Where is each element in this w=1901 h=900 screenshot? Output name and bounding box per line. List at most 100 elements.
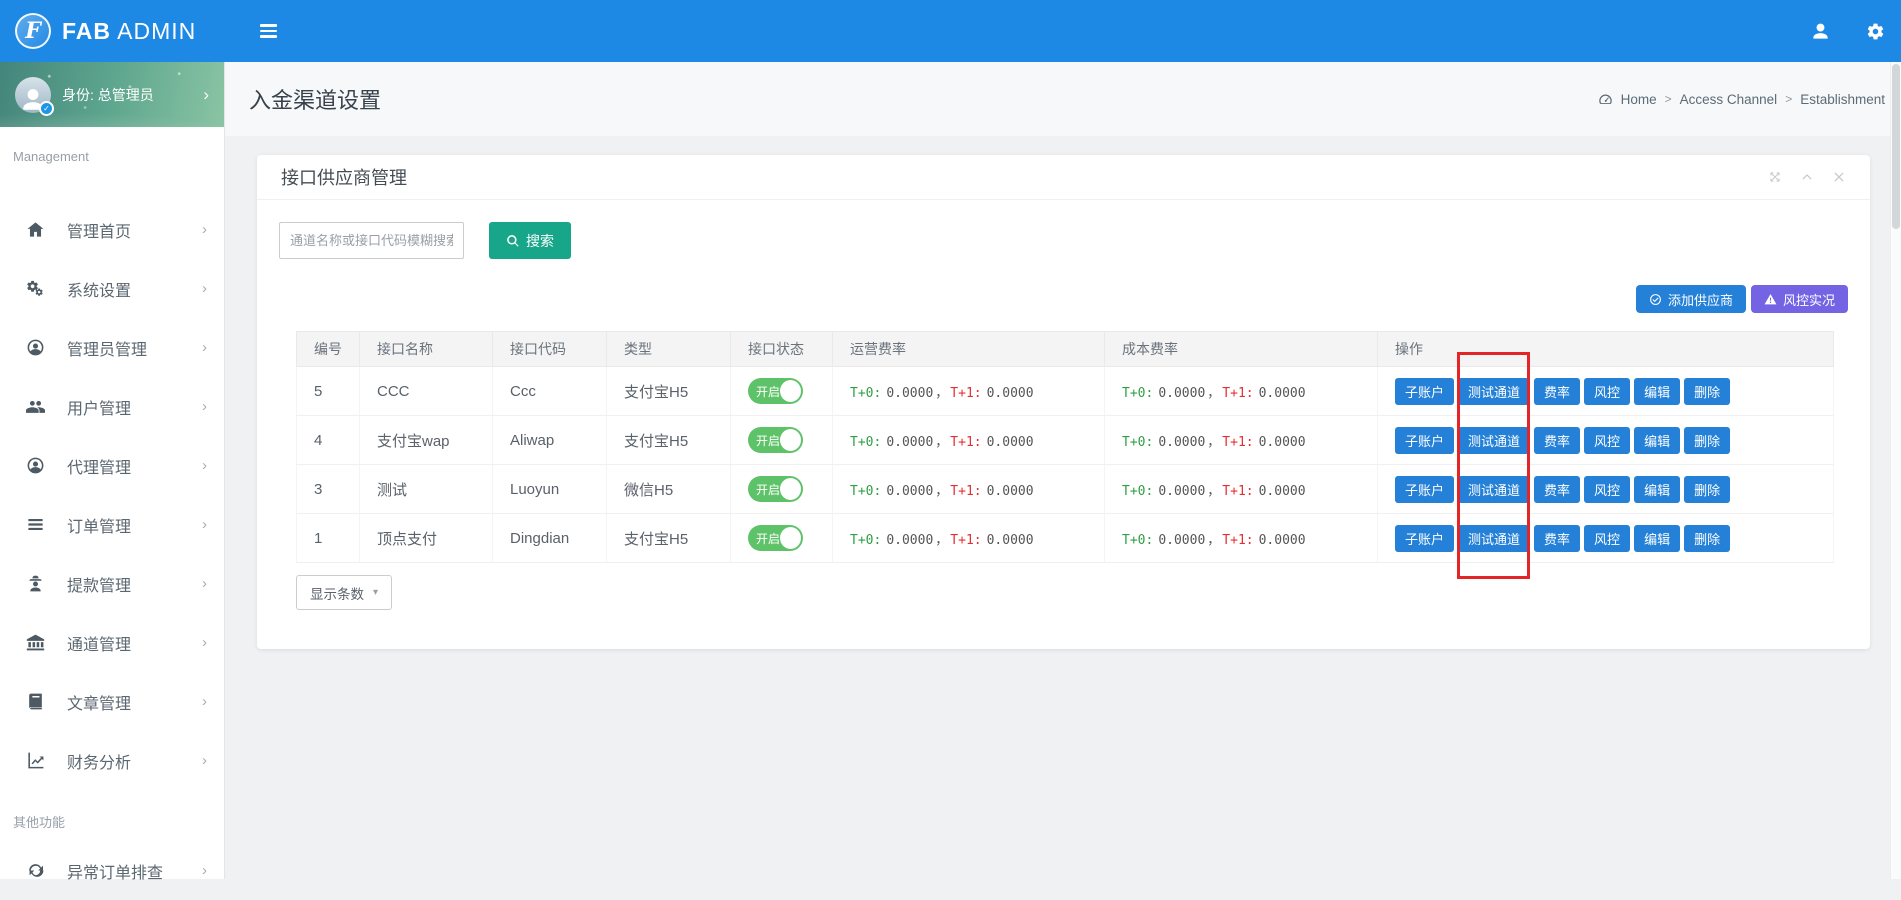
scrollbar-thumb[interactable] [1892, 64, 1900, 229]
sidebar-item-abnormal-orders[interactable]: 异常订单排查› [0, 841, 224, 900]
test-channel-button[interactable]: 测试通道 [1458, 427, 1530, 454]
rate-button[interactable]: 费率 [1534, 378, 1580, 405]
rate-separator: ， [1207, 435, 1220, 450]
sidebar-item-order-management[interactable]: 订单管理› [0, 495, 224, 554]
sidebar-item-user-management[interactable]: 用户管理› [0, 377, 224, 436]
cell-status: 开启 [731, 514, 833, 563]
sidebar-section-other: 其他功能 [0, 812, 224, 828]
rate-button[interactable]: 费率 [1534, 427, 1580, 454]
sub-account-button[interactable]: 子账户 [1395, 378, 1454, 405]
status-toggle[interactable]: 开启 [748, 378, 803, 404]
page-size-dropdown[interactable]: 显示条数 ▾ [296, 575, 392, 610]
sidebar-toggle-button[interactable] [254, 18, 283, 44]
risk-live-button[interactable]: 风控实况 [1751, 285, 1848, 313]
expand-icon [1768, 170, 1782, 184]
sidebar-item-finance-analysis[interactable]: 财务分析› [0, 731, 224, 790]
delete-button[interactable]: 删除 [1684, 378, 1730, 405]
sidebar-menu: 管理首页 › 系统设置› 管理员管理› 用户管理› 代理管理› 订单管理› 提款管… [0, 165, 224, 790]
t1-value: 0.0000 [987, 484, 1034, 499]
search-button[interactable]: 搜索 [489, 222, 571, 259]
sidebar-item-channel-management[interactable]: 通道管理› [0, 613, 224, 672]
search-input[interactable] [279, 222, 464, 259]
risk-control-button[interactable]: 风控 [1584, 427, 1630, 454]
cell-type: 支付宝H5 [607, 367, 731, 416]
cell-name: 支付宝wap [360, 416, 493, 465]
t0-value: 0.0000 [886, 484, 933, 499]
rate-separator: ， [935, 484, 948, 499]
t0-value: 0.0000 [886, 435, 933, 450]
users-icon [26, 397, 45, 416]
status-toggle[interactable]: 开启 [748, 476, 803, 502]
chart-line-icon [26, 751, 45, 770]
delete-button[interactable]: 删除 [1684, 427, 1730, 454]
delete-button[interactable]: 删除 [1684, 476, 1730, 503]
settings-button[interactable] [1866, 22, 1885, 41]
t1-value: 0.0000 [1259, 435, 1306, 450]
rate-separator: ， [1207, 533, 1220, 548]
rate-button[interactable]: 费率 [1534, 476, 1580, 503]
edit-button[interactable]: 编辑 [1634, 476, 1680, 503]
test-channel-button[interactable]: 测试通道 [1458, 378, 1530, 405]
rate-button[interactable]: 费率 [1534, 525, 1580, 552]
brand: F FAB ADMIN [0, 0, 225, 62]
topbar: F FAB ADMIN [0, 0, 1901, 62]
sidebar-item-agent-management[interactable]: 代理管理› [0, 436, 224, 495]
home-icon [26, 220, 45, 239]
chevron-right-icon: › [202, 862, 207, 879]
cell-name: CCC [360, 367, 493, 416]
cell-status: 开启 [731, 367, 833, 416]
collapse-card-button[interactable] [1800, 170, 1814, 184]
expand-card-button[interactable] [1768, 170, 1782, 184]
close-icon [1832, 170, 1846, 184]
scrollbar-track[interactable] [1890, 62, 1901, 879]
t0-value: 0.0000 [886, 386, 933, 401]
test-channel-button[interactable]: 测试通道 [1458, 476, 1530, 503]
breadcrumb-current: Establishment [1800, 92, 1885, 107]
cell-op-rate: T+0:0.0000，T+1:0.0000 [833, 367, 1105, 416]
breadcrumb-access-channel[interactable]: Access Channel [1680, 92, 1778, 107]
status-toggle[interactable]: 开启 [748, 427, 803, 453]
sidebar-item-article-management[interactable]: 文章管理› [0, 672, 224, 731]
cell-actions: 子账户测试通道费率风控编辑删除 [1378, 514, 1834, 563]
sidebar-item-system-settings[interactable]: 系统设置› [0, 259, 224, 318]
header-code: 接口代码 [493, 332, 607, 367]
risk-control-button[interactable]: 风控 [1584, 476, 1630, 503]
suppliers-table-wrap: 编号 接口名称 接口代码 类型 接口状态 运营费率 成本费率 操作 5 [296, 331, 1833, 563]
cell-actions: 子账户测试通道费率风控编辑删除 [1378, 465, 1834, 514]
cell-type: 支付宝H5 [607, 514, 731, 563]
sidebar-menu-extra: 异常订单排查› [0, 828, 224, 900]
risk-control-button[interactable]: 风控 [1584, 378, 1630, 405]
test-channel-button[interactable]: 测试通道 [1458, 525, 1530, 552]
sub-account-button[interactable]: 子账户 [1395, 476, 1454, 503]
chevron-right-icon: › [202, 575, 207, 592]
card-header: 接口供应商管理 [257, 155, 1870, 200]
sidebar-item-dashboard[interactable]: 管理首页 › [0, 200, 224, 259]
book-icon [26, 692, 45, 711]
edit-button[interactable]: 编辑 [1634, 378, 1680, 405]
risk-control-button[interactable]: 风控 [1584, 525, 1630, 552]
user-menu-button[interactable] [1811, 22, 1830, 41]
sidebar-item-withdraw-management[interactable]: 提款管理› [0, 554, 224, 613]
t0-value: 0.0000 [886, 533, 933, 548]
sidebar-item-label: 管理首页 [67, 218, 131, 242]
sub-account-button[interactable]: 子账户 [1395, 525, 1454, 552]
page-size-label: 显示条数 [310, 583, 364, 603]
add-supplier-button[interactable]: 添加供应商 [1636, 285, 1746, 313]
breadcrumb-home[interactable]: Home [1621, 92, 1657, 107]
rate-separator: ， [1207, 386, 1220, 401]
close-card-button[interactable] [1832, 170, 1846, 184]
chevron-right-icon: › [202, 516, 207, 533]
cell-type: 微信H5 [607, 465, 731, 514]
t0-label: T+0: [850, 435, 881, 450]
chevron-right-icon: › [202, 221, 207, 238]
delete-button[interactable]: 删除 [1684, 525, 1730, 552]
cell-code: Dingdian [493, 514, 607, 563]
sidebar-item-admin-management[interactable]: 管理员管理› [0, 318, 224, 377]
profile-panel[interactable]: ✓ 身份: 总管理员 › [0, 62, 224, 127]
status-toggle[interactable]: 开启 [748, 525, 803, 551]
sidebar-item-label: 文章管理 [67, 690, 131, 714]
sub-account-button[interactable]: 子账户 [1395, 427, 1454, 454]
gear-icon [1866, 22, 1885, 41]
edit-button[interactable]: 编辑 [1634, 427, 1680, 454]
edit-button[interactable]: 编辑 [1634, 525, 1680, 552]
